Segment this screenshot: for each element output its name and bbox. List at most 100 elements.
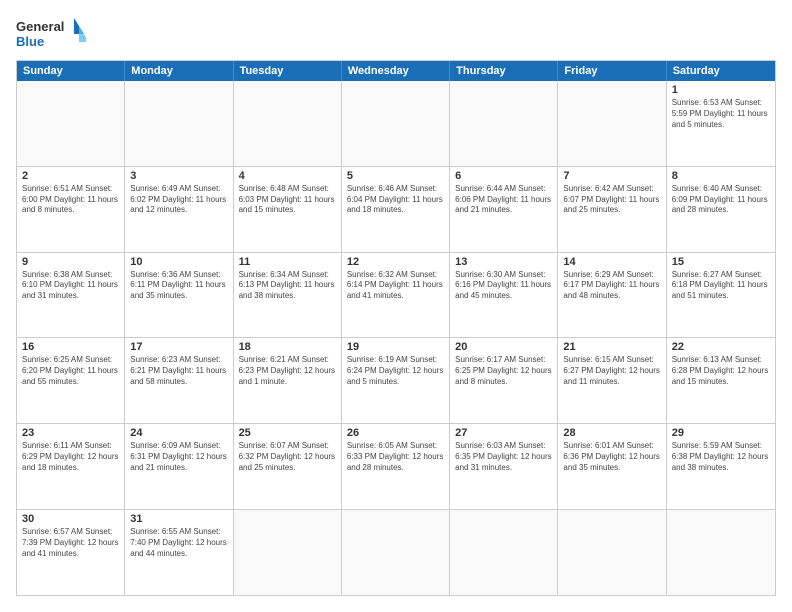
day-number: 6 [455,170,552,182]
day-info: Sunrise: 6:55 AM Sunset: 7:40 PM Dayligh… [130,527,227,559]
weekday-header: Tuesday [234,61,342,81]
day-number: 24 [130,427,227,439]
calendar-cell [342,81,450,166]
day-number: 3 [130,170,227,182]
calendar-cell [125,81,233,166]
header: General Blue [16,16,776,52]
day-info: Sunrise: 6:27 AM Sunset: 6:18 PM Dayligh… [672,270,770,302]
day-number: 5 [347,170,444,182]
day-info: Sunrise: 6:13 AM Sunset: 6:28 PM Dayligh… [672,355,770,387]
calendar-cell: 28Sunrise: 6:01 AM Sunset: 6:36 PM Dayli… [558,424,666,509]
day-info: Sunrise: 6:40 AM Sunset: 6:09 PM Dayligh… [672,184,770,216]
day-info: Sunrise: 6:44 AM Sunset: 6:06 PM Dayligh… [455,184,552,216]
calendar-cell: 6 Sunrise: 6:44 AM Sunset: 6:06 PM Daylig… [450,167,558,252]
weekday-header: Monday [125,61,233,81]
day-number: 16 [22,341,119,353]
calendar-cell: 7 Sunrise: 6:42 AM Sunset: 6:07 PM Daylig… [558,167,666,252]
day-number: 7 [563,170,660,182]
calendar-cell: 8 Sunrise: 6:40 AM Sunset: 6:09 PM Daylig… [667,167,775,252]
day-info: Sunrise: 6:32 AM Sunset: 6:14 PM Dayligh… [347,270,444,302]
calendar-cell: 18 Sunrise: 6:21 AM Sunset: 6:23 PM Dayli… [234,338,342,423]
page: General Blue SundayMondayTuesdayWednesda… [0,0,792,612]
day-number: 18 [239,341,336,353]
day-number: 4 [239,170,336,182]
day-info: Sunrise: 6:15 AM Sunset: 6:27 PM Dayligh… [563,355,660,387]
calendar-row: 2Sunrise: 6:51 AM Sunset: 6:00 PM Daylig… [17,166,775,252]
calendar-cell: 20 Sunrise: 6:17 AM Sunset: 6:25 PM Dayli… [450,338,558,423]
calendar-cell: 13 Sunrise: 6:30 AM Sunset: 6:16 PM Dayli… [450,253,558,338]
day-info: Sunrise: 6:29 AM Sunset: 6:17 PM Dayligh… [563,270,660,302]
calendar-cell: 25 Sunrise: 6:07 AM Sunset: 6:32 PM Dayli… [234,424,342,509]
calendar-cell: 19 Sunrise: 6:19 AM Sunset: 6:24 PM Dayli… [342,338,450,423]
day-info: Sunrise: 6:21 AM Sunset: 6:23 PM Dayligh… [239,355,336,387]
day-info: Sunrise: 6:17 AM Sunset: 6:25 PM Dayligh… [455,355,552,387]
day-info: Sunrise: 6:03 AM Sunset: 6:35 PM Dayligh… [455,441,552,473]
calendar-cell: 29 Sunrise: 5:59 AM Sunset: 6:38 PM Dayli… [667,424,775,509]
day-number: 8 [672,170,770,182]
day-number: 26 [347,427,444,439]
day-info: Sunrise: 6:53 AM Sunset: 5:59 PM Dayligh… [672,98,770,130]
calendar-cell: 21Sunrise: 6:15 AM Sunset: 6:27 PM Dayli… [558,338,666,423]
calendar-cell: 23Sunrise: 6:11 AM Sunset: 6:29 PM Dayli… [17,424,125,509]
day-number: 10 [130,256,227,268]
day-info: Sunrise: 6:42 AM Sunset: 6:07 PM Dayligh… [563,184,660,216]
calendar-cell: 2Sunrise: 6:51 AM Sunset: 6:00 PM Daylig… [17,167,125,252]
calendar-cell [234,81,342,166]
calendar-cell: 3 Sunrise: 6:49 AM Sunset: 6:02 PM Daylig… [125,167,233,252]
day-number: 31 [130,513,227,525]
calendar-row: 23Sunrise: 6:11 AM Sunset: 6:29 PM Dayli… [17,423,775,509]
day-info: Sunrise: 6:25 AM Sunset: 6:20 PM Dayligh… [22,355,119,387]
calendar-cell: 16 Sunrise: 6:25 AM Sunset: 6:20 PM Dayli… [17,338,125,423]
day-info: Sunrise: 6:19 AM Sunset: 6:24 PM Dayligh… [347,355,444,387]
svg-text:General: General [16,19,64,34]
calendar-cell: 5Sunrise: 6:46 AM Sunset: 6:04 PM Daylig… [342,167,450,252]
day-number: 25 [239,427,336,439]
calendar-body: 1 Sunrise: 6:53 AM Sunset: 5:59 PM Daylig… [17,81,775,595]
day-info: Sunrise: 6:38 AM Sunset: 6:10 PM Dayligh… [22,270,119,302]
day-info: Sunrise: 6:07 AM Sunset: 6:32 PM Dayligh… [239,441,336,473]
calendar-cell: 14 Sunrise: 6:29 AM Sunset: 6:17 PM Dayli… [558,253,666,338]
calendar-cell: 4Sunrise: 6:48 AM Sunset: 6:03 PM Daylig… [234,167,342,252]
calendar-cell: 11Sunrise: 6:34 AM Sunset: 6:13 PM Dayli… [234,253,342,338]
calendar-cell: 1 Sunrise: 6:53 AM Sunset: 5:59 PM Daylig… [667,81,775,166]
calendar-cell [558,510,666,595]
calendar-cell: 30Sunrise: 6:57 AM Sunset: 7:39 PM Dayli… [17,510,125,595]
calendar-cell: 24 Sunrise: 6:09 AM Sunset: 6:31 PM Dayli… [125,424,233,509]
day-info: Sunrise: 6:30 AM Sunset: 6:16 PM Dayligh… [455,270,552,302]
day-number: 29 [672,427,770,439]
calendar-cell [667,510,775,595]
day-number: 2 [22,170,119,182]
day-number: 13 [455,256,552,268]
calendar-cell [450,81,558,166]
calendar-row: 30Sunrise: 6:57 AM Sunset: 7:39 PM Dayli… [17,509,775,595]
calendar-cell [17,81,125,166]
day-number: 17 [130,341,227,353]
day-info: Sunrise: 6:11 AM Sunset: 6:29 PM Dayligh… [22,441,119,473]
calendar-cell [450,510,558,595]
calendar-cell [234,510,342,595]
weekday-header: Saturday [667,61,775,81]
calendar-header: SundayMondayTuesdayWednesdayThursdayFrid… [17,61,775,81]
calendar-cell: 10Sunrise: 6:36 AM Sunset: 6:11 PM Dayli… [125,253,233,338]
day-number: 9 [22,256,119,268]
calendar-row: 9 Sunrise: 6:38 AM Sunset: 6:10 PM Daylig… [17,252,775,338]
weekday-header: Friday [558,61,666,81]
day-number: 1 [672,84,770,96]
day-info: Sunrise: 6:09 AM Sunset: 6:31 PM Dayligh… [130,441,227,473]
day-number: 27 [455,427,552,439]
day-number: 19 [347,341,444,353]
day-info: Sunrise: 5:59 AM Sunset: 6:38 PM Dayligh… [672,441,770,473]
day-number: 14 [563,256,660,268]
calendar-cell: 22Sunrise: 6:13 AM Sunset: 6:28 PM Dayli… [667,338,775,423]
calendar-cell [342,510,450,595]
day-number: 28 [563,427,660,439]
day-number: 30 [22,513,119,525]
day-number: 20 [455,341,552,353]
day-info: Sunrise: 6:05 AM Sunset: 6:33 PM Dayligh… [347,441,444,473]
day-info: Sunrise: 6:49 AM Sunset: 6:02 PM Dayligh… [130,184,227,216]
logo: General Blue [16,16,86,52]
weekday-header: Wednesday [342,61,450,81]
day-info: Sunrise: 6:34 AM Sunset: 6:13 PM Dayligh… [239,270,336,302]
calendar-row: 1 Sunrise: 6:53 AM Sunset: 5:59 PM Daylig… [17,81,775,166]
weekday-header: Thursday [450,61,558,81]
